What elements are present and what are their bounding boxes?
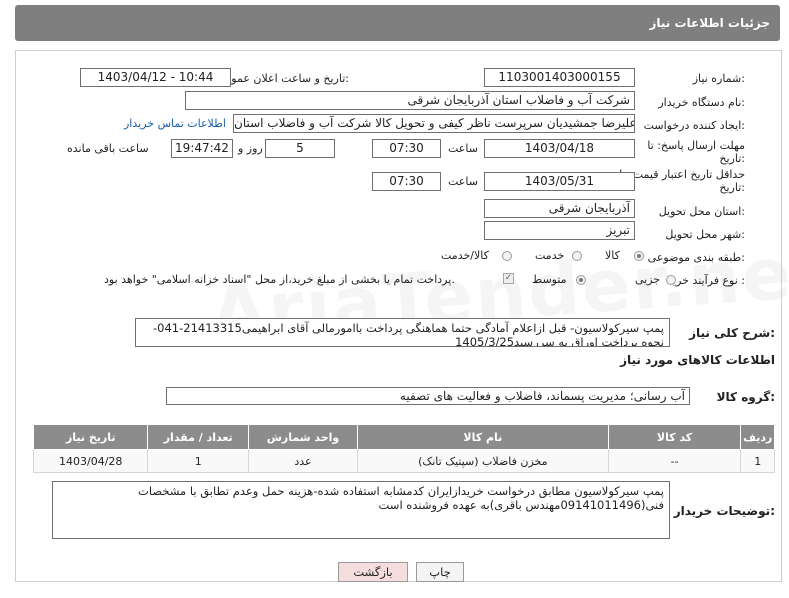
deadline-time-field: 07:30 bbox=[372, 139, 441, 158]
days-label: روز و bbox=[238, 142, 263, 155]
print-button[interactable]: چاپ bbox=[416, 562, 464, 582]
validity-time-label: ساعت bbox=[448, 175, 478, 188]
need-number-field: 1103001403000155 bbox=[484, 68, 635, 87]
process-option-small: جزیی bbox=[635, 273, 661, 286]
buyer-notes-textarea[interactable]: پمپ سیرکولاسیون مطابق درخواست خریدازایرا… bbox=[52, 481, 670, 539]
remaining-label: ساعت باقی مانده bbox=[67, 142, 149, 155]
description-label: شرح کلی نیاز: bbox=[689, 326, 775, 340]
need-number-label: شماره نیاز: bbox=[692, 72, 745, 85]
col-header-item-code: کد کالا bbox=[607, 424, 742, 450]
cell-item-code: -- bbox=[607, 449, 742, 473]
announce-datetime-field: 1403/04/12 - 10:44 bbox=[80, 68, 231, 87]
validity-time-field: 07:30 bbox=[372, 172, 441, 191]
goods-table-header: تاریخ نیاز تعداد / مقدار واحد شمارش نام … bbox=[32, 424, 775, 450]
process-label: نوع فرآیند خرید : bbox=[667, 274, 745, 287]
col-header-need-date: تاریخ نیاز bbox=[32, 424, 149, 450]
col-header-item-name: نام کالا bbox=[357, 424, 609, 450]
cell-unit: عدد bbox=[247, 449, 359, 473]
col-header-quantity: تعداد / مقدار bbox=[147, 424, 249, 450]
payment-note: پرداخت تمام یا بخشی از مبلغ خرید،از محل … bbox=[104, 273, 455, 286]
category-radio-both[interactable] bbox=[502, 251, 512, 261]
requester-label: ایجاد کننده درخواست: bbox=[643, 119, 745, 132]
category-option-both: کالا/خدمت bbox=[441, 249, 489, 262]
goods-group-field: آب رسانی؛ مدیریت پسماند، فاضلاب و فعالیت… bbox=[166, 387, 690, 405]
buyer-org-field: شرکت آب و فاضلاب استان آذربایجان شرقی bbox=[185, 91, 635, 110]
cell-item-name: مخزن فاضلاب (سپتیک تانک) bbox=[357, 449, 609, 473]
category-option-goods: کالا bbox=[605, 249, 620, 262]
deadline-label: مهلت ارسال پاسخ: تا bbox=[647, 139, 745, 152]
buyer-contact-link[interactable]: اطلاعات تماس خریدار bbox=[124, 117, 226, 130]
validity-date-field: 1403/05/31 bbox=[484, 172, 635, 191]
remaining-time-field: 19:47:42 bbox=[171, 139, 233, 158]
cell-row-number: 1 bbox=[740, 449, 775, 473]
category-radio-service[interactable] bbox=[572, 251, 582, 261]
category-option-service: خدمت bbox=[535, 249, 565, 262]
goods-section-title: اطلاعات کالاهای مورد نیاز bbox=[620, 353, 775, 367]
province-label: استان محل تحویل: bbox=[658, 205, 745, 218]
category-radio-goods[interactable] bbox=[634, 251, 644, 261]
deadline-date-field: 1403/04/18 bbox=[484, 139, 635, 158]
buyer-org-label: نام دستگاه خریدار: bbox=[658, 96, 745, 109]
cell-quantity: 1 bbox=[147, 449, 249, 473]
cell-need-date: 1403/04/28 bbox=[32, 449, 149, 473]
treasury-checkbox[interactable]: ✓ bbox=[503, 273, 514, 284]
page-title: جزئیات اطلاعات نیاز bbox=[649, 16, 770, 30]
min-validity-date-label: تاریخ: bbox=[719, 181, 745, 194]
city-field: تبریز bbox=[484, 221, 635, 240]
table-row: 1403/04/28 1 عدد مخزن فاضلاب (سپتیک تانک… bbox=[32, 449, 775, 473]
process-radio-medium[interactable] bbox=[576, 275, 586, 285]
category-label: طبقه بندی موضوعی: bbox=[647, 251, 745, 264]
goods-table: تاریخ نیاز تعداد / مقدار واحد شمارش نام … bbox=[32, 424, 775, 473]
buyer-notes-label: توضیحات خریدار: bbox=[673, 504, 775, 518]
city-label: شهر محل تحویل: bbox=[665, 228, 745, 241]
deadline-time-label: ساعت bbox=[448, 142, 478, 155]
description-textarea[interactable]: پمپ سیرکولاسیون- قبل ازاعلام آمادگی حتما… bbox=[135, 318, 670, 347]
goods-group-label: گروه کالا: bbox=[716, 390, 775, 404]
deadline-date-label: تاریخ: bbox=[719, 152, 745, 165]
col-header-row: ردیف bbox=[740, 424, 775, 450]
col-header-unit: واحد شمارش bbox=[247, 424, 359, 450]
requester-field: علیرضا جمشیدیان سرپرست ناظر کیفی و تحویل… bbox=[233, 114, 635, 133]
min-validity-label: حداقل تاریخ اعتبار قیمت: تا bbox=[619, 168, 745, 181]
announce-label: تاریخ و ساعت اعلان عمومی: bbox=[216, 72, 349, 85]
back-button[interactable]: بازگشت bbox=[338, 562, 408, 582]
process-radio-small[interactable] bbox=[666, 275, 676, 285]
process-option-medium: متوسط bbox=[532, 273, 567, 286]
page-header: جزئیات اطلاعات نیاز bbox=[15, 5, 780, 41]
province-field: آذربایجان شرقی bbox=[484, 199, 635, 218]
days-remaining-field: 5 bbox=[265, 139, 335, 158]
